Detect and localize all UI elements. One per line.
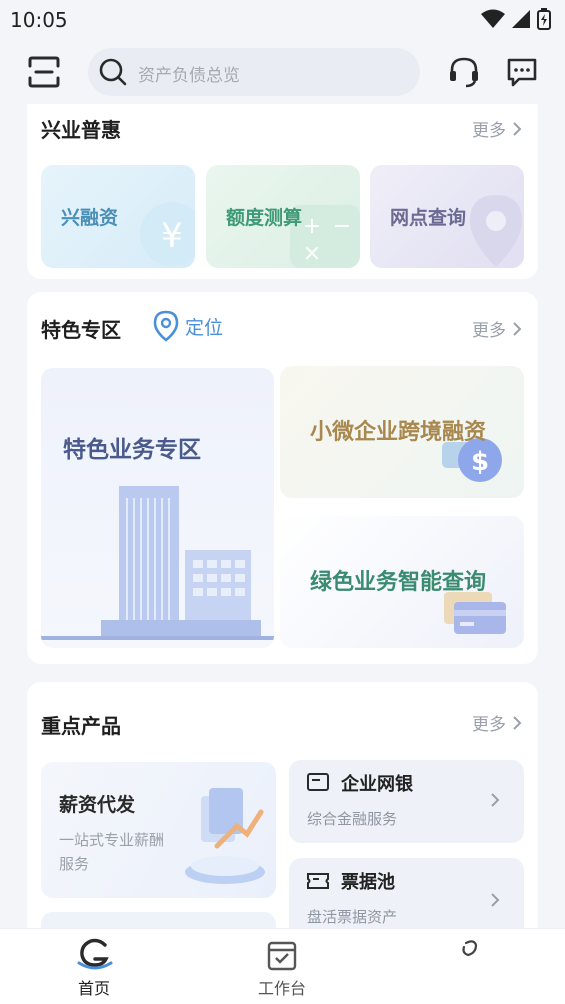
ticket-icon [307, 873, 329, 889]
tab-label: 首页 [77, 979, 110, 998]
status-time: 10:05 [10, 8, 68, 32]
chevron-right-icon [491, 793, 500, 807]
message-button[interactable] [504, 54, 540, 90]
wifi-icon [481, 9, 505, 28]
tile-financing[interactable]: ¥ 兴融资 [41, 165, 195, 268]
yuan-coin-icon: ¥ [140, 202, 195, 266]
headset-icon [450, 57, 478, 88]
status-icons [481, 8, 551, 30]
tab-mine[interactable] [410, 929, 530, 1004]
tab-workbench[interactable]: 工作台 [222, 929, 342, 1004]
more-link[interactable]: 更多 [472, 116, 522, 141]
svg-text:¥: ¥ [161, 216, 183, 256]
tab-label: 工作台 [257, 979, 306, 998]
feature-business-zone[interactable]: 特色业务专区 [41, 368, 274, 648]
product-payroll[interactable]: 薪资代发 一站式专业薪酬服务 [41, 762, 276, 898]
tile-label: 兴融资 [61, 207, 119, 229]
product-title: 企业网银 [341, 774, 413, 795]
xingye-puhui-card: 兴业普惠 更多 ¥ 兴融资 + − × 额度测算 网点查询 [27, 104, 538, 279]
more-label: 更多 [472, 121, 506, 141]
product-desc: 综合金融服务 [307, 810, 398, 828]
checklist-icon [267, 941, 297, 971]
scan-button[interactable] [26, 54, 62, 90]
scan-icon [28, 56, 60, 88]
payroll-illustration-icon [185, 788, 265, 884]
customer-service-button[interactable] [446, 54, 482, 90]
message-icon [507, 58, 537, 87]
section-title: 兴业普惠 [41, 118, 121, 142]
profile-icon [462, 940, 478, 957]
svg-text:$: $ [471, 447, 489, 477]
top-bar: 资产负债总览 [0, 38, 565, 104]
feature-green-business-search[interactable]: 绿色业务智能查询 [280, 516, 524, 648]
feature-title: 小微企业跨境融资 [310, 420, 487, 445]
tile-quota-calc[interactable]: + − × 额度测算 [206, 165, 360, 268]
more-label: 更多 [472, 715, 506, 735]
tile-label: 额度测算 [226, 207, 303, 229]
signal-icon [512, 10, 530, 28]
section-title: 特色专区 [41, 318, 121, 342]
product-desc: 一站式专业薪酬服务 [59, 831, 165, 873]
status-bar: 10:05 [0, 0, 565, 38]
search-icon [99, 58, 127, 86]
search-placeholder: 资产负债总览 [138, 66, 240, 86]
product-enterprise-ebank[interactable]: 企业网银 综合金融服务 [289, 760, 524, 843]
tile-branch-search[interactable]: 网点查询 [370, 165, 524, 268]
bank-building-icon [41, 486, 274, 640]
feature-title: 绿色业务智能查询 [310, 570, 487, 595]
bottom-tab-bar: 首页 工作台 [0, 928, 565, 1004]
more-label: 更多 [472, 321, 506, 341]
product-desc: 盘活票据资产 [307, 908, 398, 926]
more-link[interactable]: 更多 [472, 316, 522, 341]
home-logo-icon [77, 938, 113, 970]
location-pin-icon [470, 195, 522, 267]
battery-icon [537, 8, 551, 30]
section-title: 重点产品 [41, 714, 121, 738]
svg-text:−: − [333, 214, 351, 239]
location-label: 定位 [185, 316, 224, 339]
product-title: 薪资代发 [59, 794, 136, 816]
more-link[interactable]: 更多 [472, 710, 522, 735]
svg-text:×: × [303, 241, 321, 266]
svg-text:+: + [303, 214, 321, 239]
chevron-right-icon [513, 321, 522, 336]
location-pin-icon [153, 310, 179, 342]
feature-title: 特色业务专区 [63, 437, 201, 463]
chevron-right-icon [513, 121, 522, 136]
monitor-icon [307, 773, 329, 791]
search-input[interactable]: 资产负债总览 [88, 48, 420, 96]
chevron-right-icon [491, 893, 500, 907]
chevron-right-icon [513, 715, 522, 730]
location-button[interactable]: 定位 [153, 310, 223, 342]
feature-cross-border-financing[interactable]: $ 小微企业跨境融资 [280, 366, 524, 498]
tab-home[interactable]: 首页 [34, 929, 154, 1004]
product-title: 票据池 [341, 872, 395, 893]
featured-zone-card: 特色专区 定位 更多 特色业务专区 $ 小微企业跨境融资 绿色业务智能查询 [27, 292, 538, 664]
key-products-card: 重点产品 更多 薪资代发 一站式专业薪酬服务 企业网银 综合金融服务 票据池 盘… [27, 682, 538, 942]
tile-label: 网点查询 [390, 207, 467, 229]
